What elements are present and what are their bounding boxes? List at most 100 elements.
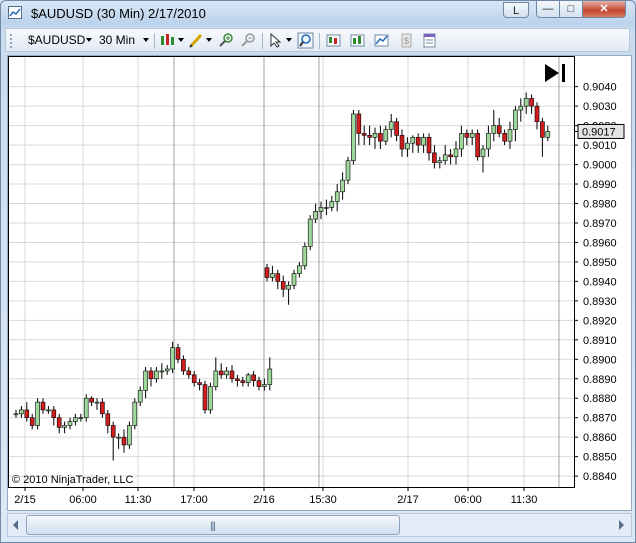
candle-body	[110, 425, 116, 438]
candle-body	[291, 273, 297, 286]
x-tick-label: 06:00	[69, 494, 97, 506]
candle-body	[62, 425, 67, 428]
bar-style-icon[interactable]	[159, 32, 176, 49]
candle-body	[105, 413, 111, 426]
toolbar-separator	[262, 33, 263, 49]
candle-body	[388, 121, 394, 130]
candle-body	[280, 281, 286, 290]
candle-body	[302, 246, 308, 267]
candle-body	[224, 370, 229, 376]
window-title: $AUDUSD (30 Min) 2/17/2010	[31, 6, 206, 21]
chart-panel[interactable]: 0.90400.90300.90200.90100.90000.89900.89…	[7, 55, 632, 511]
candle-body	[262, 384, 267, 387]
plot-frame	[8, 56, 575, 488]
instrument-selector[interactable]: $AUDUSD	[28, 33, 85, 47]
interval-dropdown-icon[interactable]	[143, 38, 149, 42]
candle-body	[405, 142, 410, 150]
candle-body	[361, 133, 367, 136]
y-tick-label: 0.8850	[583, 452, 617, 464]
template-icon[interactable]	[421, 32, 438, 49]
candle-body	[286, 284, 291, 290]
candle-body	[496, 125, 502, 134]
candle-body	[213, 370, 219, 387]
candle-body	[442, 154, 448, 161]
candle-body	[197, 382, 202, 385]
candle-body	[432, 152, 437, 163]
title-bar[interactable]: $AUDUSD (30 Min) 2/17/2010 L — □ ✕	[1, 1, 635, 25]
candle-body	[83, 397, 89, 418]
chart-toolbar: $AUDUSD 30 Min $	[5, 28, 630, 52]
cursor-dropdown-icon[interactable]	[286, 38, 292, 42]
copyright-label: © 2010 NinjaTrader, LLC	[12, 474, 134, 486]
maximize-button[interactable]: □	[559, 1, 583, 18]
candle-body	[67, 421, 73, 426]
toolbar-grip[interactable]	[10, 34, 14, 48]
candle-body	[453, 148, 459, 158]
y-tick-label: 0.8970	[583, 218, 617, 230]
indicators-icon[interactable]	[349, 32, 366, 49]
candle-body	[367, 135, 372, 138]
candle-body	[464, 133, 470, 138]
scroll-right-icon[interactable]	[619, 520, 624, 530]
strategies-icon[interactable]	[373, 32, 390, 49]
y-tick-label: 0.8890	[583, 374, 617, 386]
y-tick-label: 0.9040	[583, 82, 617, 94]
x-tick-label: 15:30	[309, 494, 337, 506]
candle-body	[40, 401, 46, 411]
horizontal-scrollbar[interactable]: |||	[7, 513, 632, 537]
candle-body	[89, 397, 94, 403]
help-button[interactable]: L	[503, 2, 529, 18]
y-tick-label: 0.8980	[583, 199, 617, 211]
data-box-icon[interactable]	[325, 32, 342, 49]
scrollbar-grip-icon: |||	[210, 521, 216, 532]
candle-body	[307, 218, 313, 247]
scrollbar-thumb[interactable]: |||	[26, 515, 400, 535]
y-tick-label: 0.9000	[583, 160, 617, 172]
last-price-label: 0.9017	[582, 126, 616, 138]
toolbar-separator	[154, 33, 155, 49]
y-tick-label: 0.8880	[583, 393, 617, 405]
candle-body	[394, 121, 399, 136]
candle-body	[245, 374, 251, 383]
candle-body	[469, 133, 475, 138]
candle-body	[56, 417, 62, 428]
candle-body	[486, 133, 491, 150]
y-tick-label: 0.8960	[583, 237, 617, 249]
price-chart[interactable]: 0.90400.90300.90200.90100.90000.89900.89…	[8, 56, 631, 510]
properties-icon[interactable]: $	[398, 32, 415, 49]
instrument-dropdown-icon[interactable]	[86, 38, 92, 42]
candle-body	[251, 374, 256, 381]
scroll-left-icon[interactable]	[13, 520, 18, 530]
candle-body	[437, 160, 443, 163]
candle-body	[235, 378, 240, 381]
pencil-draw-icon[interactable]	[188, 32, 205, 49]
candle-body	[267, 368, 273, 385]
zoom-in-icon[interactable]	[217, 32, 234, 49]
candle-body	[410, 137, 416, 144]
candle-body	[383, 129, 389, 142]
x-tick-label: 17:00	[180, 494, 208, 506]
candle-body	[73, 417, 78, 422]
candle-body	[340, 179, 345, 193]
candle-body	[351, 113, 356, 161]
x-tick-label: 2/16	[253, 494, 274, 506]
y-tick-label: 0.8930	[583, 296, 617, 308]
bar-style-dropdown-icon[interactable]	[178, 38, 184, 42]
candle-body	[170, 347, 175, 370]
magnify-icon[interactable]	[297, 32, 314, 49]
cursor-icon[interactable]	[267, 32, 284, 49]
candle-body	[202, 384, 208, 411]
candle-body	[372, 133, 378, 138]
candle-body	[475, 133, 480, 158]
interval-selector[interactable]: 30 Min	[99, 33, 135, 47]
pencil-dropdown-icon[interactable]	[206, 38, 212, 42]
zoom-out-icon[interactable]	[239, 32, 256, 49]
candle-body	[132, 401, 138, 426]
close-button[interactable]: ✕	[582, 1, 626, 18]
candle-body	[46, 409, 51, 412]
y-tick-label: 0.8840	[583, 471, 617, 483]
candle-body	[459, 133, 464, 150]
minimize-button[interactable]: —	[536, 1, 560, 18]
candle-body	[415, 137, 421, 146]
candle-body	[502, 133, 507, 142]
